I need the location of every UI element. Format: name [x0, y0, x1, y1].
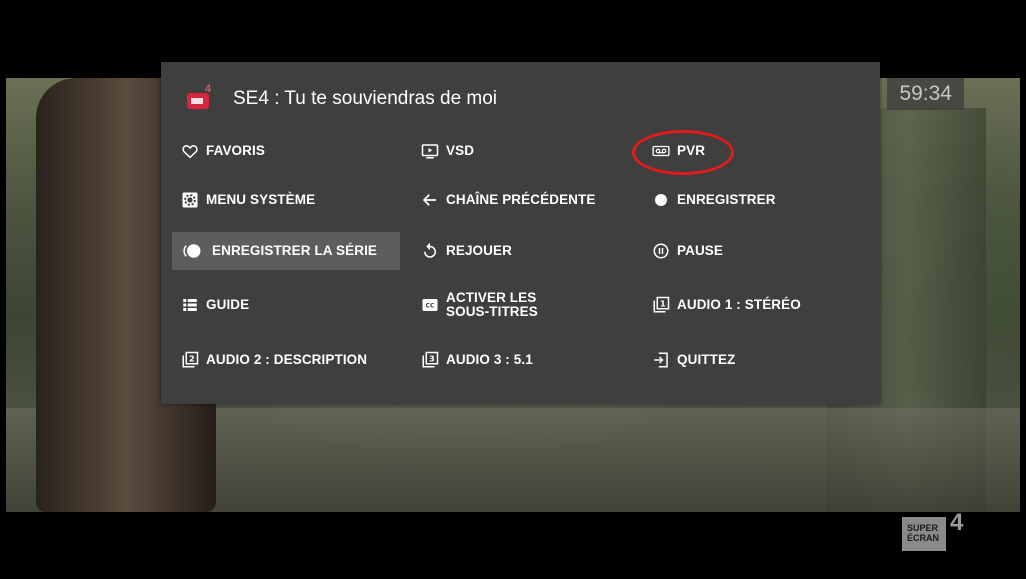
menu-item-label: PAUSE [677, 243, 724, 258]
exit-icon [654, 352, 668, 368]
menu-item-enregistrer[interactable]: ENREGISTRER [643, 181, 843, 219]
pause-circle-icon [653, 243, 669, 259]
menu-item-activer-sous-titres[interactable]: CC ACTIVER LES SOUS-TITRES [412, 286, 612, 324]
super-ecran-4-watermark: SUPER ÉCRAN 4 [902, 509, 972, 553]
menu-item-chaine-precedente[interactable]: CHAÎNE PRÉCÉDENTE [412, 181, 622, 219]
menu-item-label: FAVORIS [206, 143, 265, 158]
timecode: 59:34 [887, 78, 964, 110]
menu-item-quittez[interactable]: QUITTEZ [643, 341, 843, 379]
menu-header: 4 SE4 : Tu te souviendras de moi [187, 83, 498, 114]
menu-item-guide[interactable]: GUIDE [172, 286, 400, 324]
menu-item-label: VSD [446, 143, 475, 158]
menu-item-label: MENU SYSTÈME [206, 192, 316, 207]
channel-badge-number: 4 [205, 83, 212, 95]
menu-item-label: ENREGISTRER [677, 192, 776, 207]
play-screen-icon [421, 144, 439, 159]
arrow-left-icon [422, 194, 436, 206]
watermark-line1: SUPER [907, 523, 939, 533]
menu-item-label: ENREGISTRER LA SÉRIE [212, 243, 378, 258]
series-record-icon [183, 244, 201, 258]
menu-item-menu-systeme[interactable]: MENU SYSTÈME [172, 181, 400, 219]
menu-item-label: ACTIVER LES SOUS-TITRES [446, 290, 538, 319]
menu-item-label: GUIDE [206, 297, 250, 312]
menu-item-audio-1[interactable]: 1 AUDIO 1 : STÉRÉO [643, 286, 853, 324]
cc-icon: CC [422, 299, 438, 311]
watermark-line2: ÉCRAN [907, 533, 940, 543]
menu-item-rejouer[interactable]: REJOUER [412, 232, 612, 270]
replay-icon [424, 242, 436, 258]
program-title: SE4 : Tu te souviendras de moi [233, 88, 498, 109]
tv-screen: 59:34 4 SE4 : Tu te souviendras de moi F… [6, 4, 1020, 575]
settings-box-icon [182, 192, 198, 208]
menu-item-label: AUDIO 2 : DESCRIPTION [206, 352, 368, 367]
menu-item-audio-3[interactable]: 3 AUDIO 3 : 5.1 [412, 341, 612, 379]
menu-item-vsd[interactable]: VSD [412, 132, 612, 170]
audio-2-icon: 2 [182, 351, 199, 368]
options-menu: 4 SE4 : Tu te souviendras de moi FAVORIS… [161, 62, 880, 404]
list-icon [183, 299, 197, 311]
watermark-number: 4 [950, 509, 964, 536]
watermark-box: SUPER ÉCRAN [902, 517, 946, 551]
channel-logo-icon: 4 [187, 83, 213, 111]
menu-item-label: AUDIO 3 : 5.1 [446, 352, 533, 367]
pvr-highlight-annotation [632, 130, 734, 175]
menu-item-audio-2[interactable]: 2 AUDIO 2 : DESCRIPTION [172, 341, 400, 379]
svg-text:3: 3 [429, 354, 435, 364]
menu-item-label: AUDIO 1 : STÉRÉO [677, 297, 801, 312]
menu-item-favoris[interactable]: FAVORIS [172, 132, 400, 170]
audio-3-icon: 3 [422, 351, 439, 368]
svg-text:CC: CC [426, 303, 435, 310]
menu-item-label: CHAÎNE PRÉCÉDENTE [446, 192, 596, 207]
menu-item-pause[interactable]: PAUSE [643, 232, 843, 270]
record-dot-icon [655, 194, 667, 206]
svg-text:1: 1 [660, 299, 666, 309]
menu-item-label: QUITTEZ [677, 352, 736, 367]
menu-item-enregistrer-la-serie[interactable]: ENREGISTRER LA SÉRIE [172, 232, 400, 270]
audio-1-icon: 1 [653, 296, 670, 313]
heart-outline-icon [182, 145, 198, 159]
svg-text:2: 2 [189, 354, 195, 364]
menu-item-label: REJOUER [446, 243, 512, 258]
